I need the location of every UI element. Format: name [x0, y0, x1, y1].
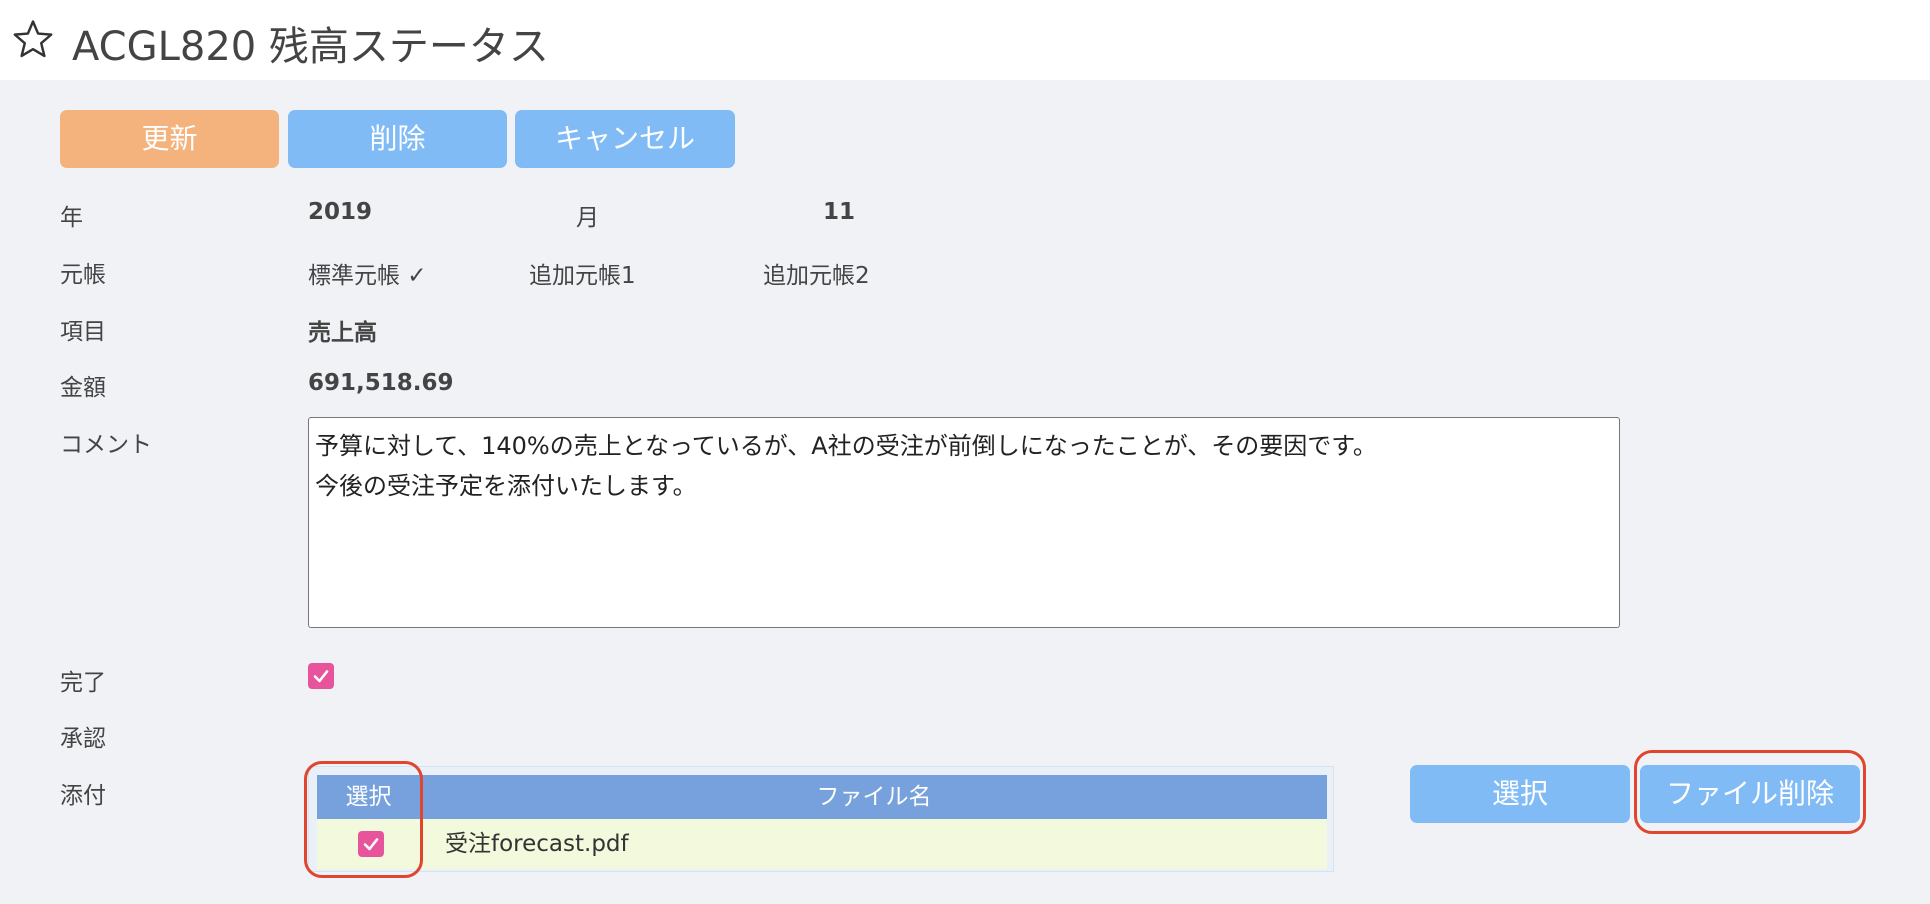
ledger-option-standard[interactable]: 標準元帳 ✓ [308, 256, 427, 290]
checkmark-icon [363, 838, 379, 851]
checkmark-icon [313, 670, 329, 683]
year-value: 2019 [308, 199, 373, 225]
row-select-checkbox[interactable] [358, 831, 384, 857]
completed-label: 完了 [60, 670, 106, 696]
month-value: 11 [823, 199, 856, 225]
select-file-button[interactable]: 選択 [1410, 765, 1630, 823]
ledger-label: 元帳 [60, 262, 106, 288]
file-name-cell[interactable]: 受注forecast.pdf [445, 819, 629, 869]
approval-label: 承認 [60, 726, 106, 752]
star-icon[interactable] [12, 18, 54, 60]
amount-value: 691,518.69 [308, 370, 454, 396]
column-header-file-name: ファイル名 [816, 784, 932, 810]
comment-textarea[interactable]: 予算に対して、140%の売上となっているが、A社の受注が前倒しになったことが、そ… [308, 417, 1620, 628]
attachment-label: 添付 [60, 783, 106, 809]
month-label: 月 [576, 205, 599, 231]
header-bar: ACGL820 残高ステータス [0, 0, 1930, 80]
item-label: 項目 [60, 319, 106, 345]
delete-file-button[interactable]: ファイル削除 [1640, 765, 1860, 823]
item-value: 売上高 [308, 320, 377, 346]
column-header-select: 選択 [317, 775, 421, 819]
year-label: 年 [60, 205, 83, 231]
update-button[interactable]: 更新 [60, 110, 279, 168]
amount-label: 金額 [60, 375, 106, 401]
ledger-option-additional-2[interactable]: 追加元帳2 [763, 256, 870, 290]
attachment-table: 選択 ファイル名 受注forecast.pdf [308, 766, 1334, 872]
completed-checkbox[interactable] [308, 663, 334, 689]
ledger-option-additional-1[interactable]: 追加元帳1 [529, 256, 636, 290]
table-header-row: 選択 ファイル名 [317, 775, 1327, 819]
cancel-button[interactable]: キャンセル [515, 110, 735, 168]
comment-label: コメント [60, 432, 152, 458]
delete-button[interactable]: 削除 [288, 110, 507, 168]
page-title: ACGL820 残高ステータス [72, 24, 549, 70]
table-row: 受注forecast.pdf [317, 819, 1327, 869]
